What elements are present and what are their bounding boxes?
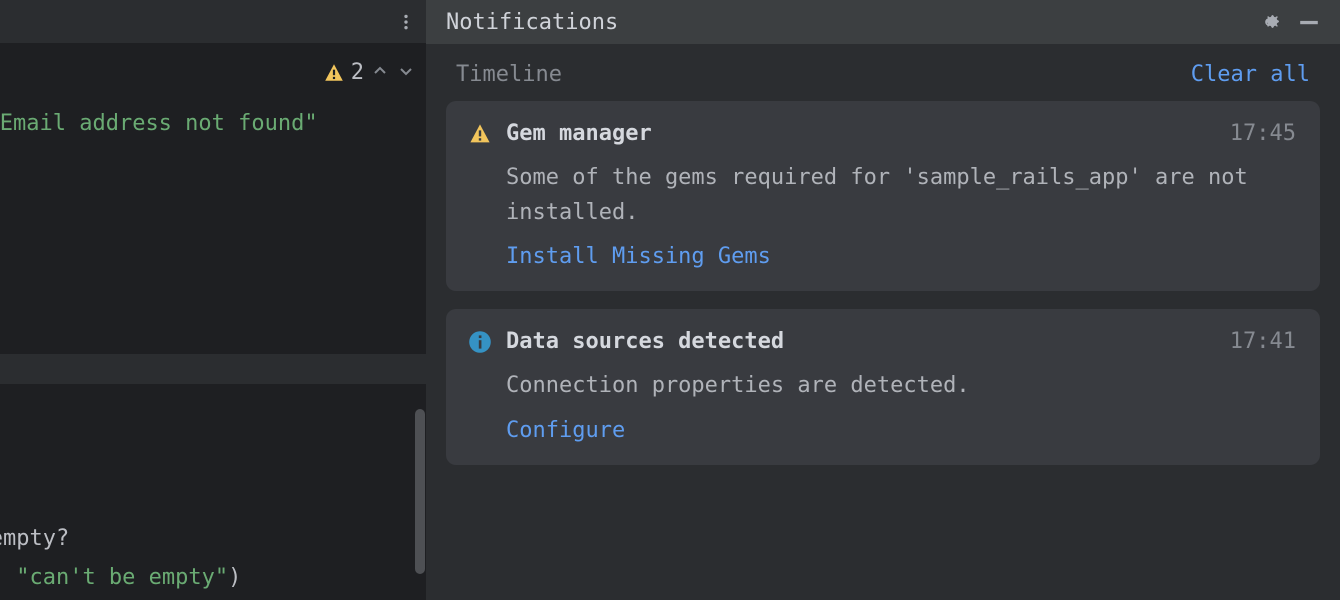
warning-icon bbox=[323, 62, 345, 84]
scrollbar-thumb[interactable] bbox=[415, 409, 425, 574]
code-text: ) bbox=[228, 565, 241, 590]
inspection-count: 2 bbox=[351, 60, 364, 85]
notification-title: Data sources detected bbox=[506, 329, 1216, 354]
notification-time: 17:41 bbox=[1230, 329, 1296, 354]
editor-area[interactable]: 2 = "Email address not found" sword].emp… bbox=[0, 44, 426, 600]
notification-body: Some of the gems required for 'sample_ra… bbox=[468, 160, 1296, 230]
code-block-2: sword].empty? assword, "can't be empty") bbox=[0, 519, 241, 597]
timeline-label: Timeline bbox=[456, 62, 562, 87]
info-icon bbox=[468, 330, 492, 354]
code-text: sword].empty? bbox=[0, 526, 69, 551]
notification-action-link[interactable]: Configure bbox=[468, 418, 1296, 443]
gear-icon[interactable] bbox=[1258, 11, 1280, 33]
code-string: "Email address not found" bbox=[0, 111, 318, 136]
notifications-title: Notifications bbox=[446, 10, 618, 35]
editor-toolbar bbox=[0, 0, 426, 44]
notification-body: Connection properties are detected. bbox=[468, 368, 1296, 403]
warning-icon bbox=[468, 122, 492, 146]
chevron-up-icon[interactable] bbox=[370, 60, 390, 85]
code-block-1: = "Email address not found" bbox=[0, 104, 318, 143]
more-menu-button[interactable] bbox=[394, 10, 418, 34]
notifications-panel: Notifications Timeline Clear all bbox=[426, 0, 1340, 600]
chevron-down-icon[interactable] bbox=[396, 60, 416, 85]
notifications-subheader: Timeline Clear all bbox=[426, 44, 1340, 101]
minimize-icon[interactable] bbox=[1298, 11, 1320, 33]
notification-time: 17:45 bbox=[1230, 121, 1296, 146]
notifications-list: Gem manager 17:45 Some of the gems requi… bbox=[426, 101, 1340, 465]
code-string: "can't be empty" bbox=[16, 565, 228, 590]
editor-panel: 2 = "Email address not found" sword].emp… bbox=[0, 0, 426, 600]
notifications-header: Notifications bbox=[426, 0, 1340, 44]
notification-card: Gem manager 17:45 Some of the gems requi… bbox=[446, 101, 1320, 291]
code-text: assword, bbox=[0, 565, 16, 590]
notification-card: Data sources detected 17:41 Connection p… bbox=[446, 309, 1320, 464]
editor-separator bbox=[0, 354, 426, 384]
notification-action-link[interactable]: Install Missing Gems bbox=[468, 244, 1296, 269]
inspection-bar[interactable]: 2 bbox=[323, 60, 416, 85]
clear-all-link[interactable]: Clear all bbox=[1191, 62, 1310, 87]
notification-title: Gem manager bbox=[506, 121, 1216, 146]
